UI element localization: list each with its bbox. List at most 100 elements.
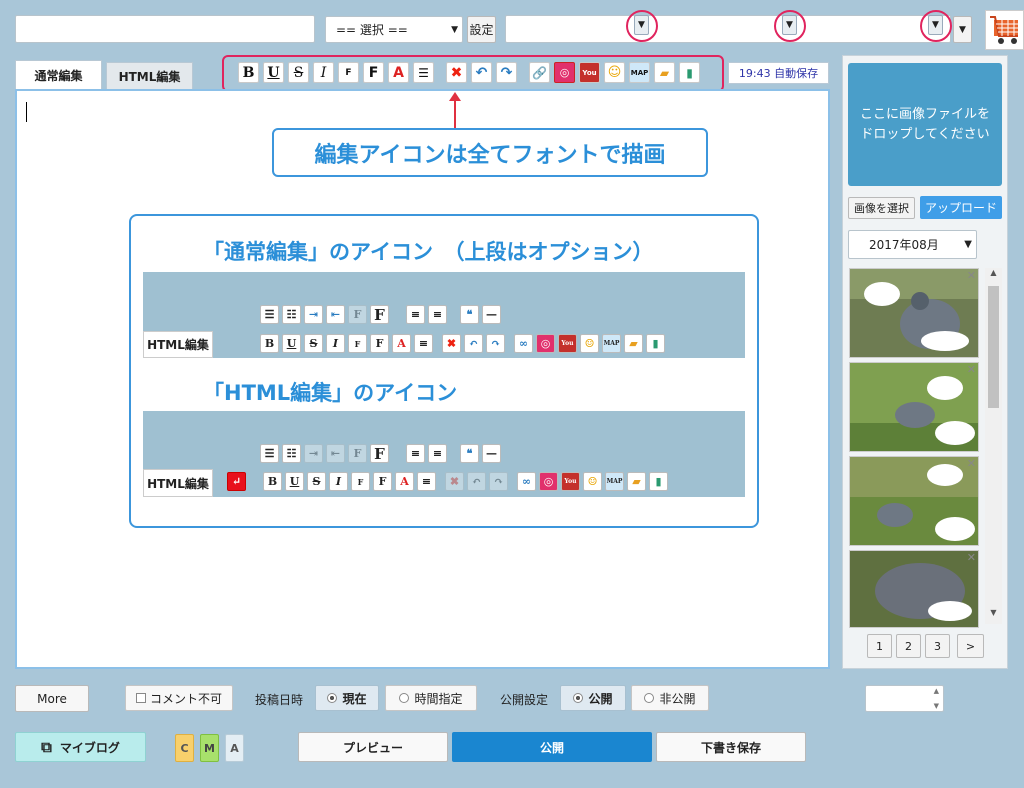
instagram-icon: ◎ (539, 472, 558, 491)
page-button-3[interactable]: 3 (925, 634, 950, 658)
folder-icon[interactable]: ▰ (654, 62, 675, 83)
strike-button[interactable]: S (288, 62, 309, 83)
bold-icon: B (263, 472, 282, 491)
more-button[interactable]: More (15, 685, 89, 712)
image-thumbnail[interactable]: ✕ (849, 362, 979, 452)
link-icon[interactable]: 🔗 (529, 62, 550, 83)
italic-button[interactable]: I (313, 62, 334, 83)
publish-button[interactable]: 公開 (452, 732, 652, 762)
align-center-icon: ≡ (414, 334, 433, 353)
redo-icon[interactable]: ↷ (496, 62, 517, 83)
page-button-2[interactable]: 2 (896, 634, 921, 658)
category-select[interactable]: == 選択 == ▼ (325, 16, 463, 43)
tab-html-edit[interactable]: HTML編集 (106, 62, 193, 90)
cma-label: M (204, 741, 215, 755)
title-input[interactable] (15, 15, 315, 43)
quote-icon: ❝ (460, 444, 479, 463)
stepper-down-icon[interactable]: ▼ (934, 702, 939, 710)
post-time-now-radio[interactable]: 現在 (315, 685, 379, 711)
underline-button[interactable]: U (263, 62, 284, 83)
clear-format-icon[interactable]: ✖ (446, 62, 467, 83)
youtube-icon[interactable]: You (579, 62, 600, 83)
font-small-button[interactable]: F (338, 62, 359, 83)
link-icon: ∞ (514, 334, 533, 353)
link-icon: ∞ (517, 472, 536, 491)
month-select-value: 2017年08月 (869, 238, 939, 252)
clear-format-icon: ✖ (442, 334, 461, 353)
scroll-down-icon[interactable]: ▼ (985, 608, 1002, 624)
chevron-down-icon: ▼ (959, 24, 966, 35)
indent-icon: ⇥ (304, 444, 323, 463)
emoji-icon: ☺ (580, 334, 599, 353)
bold-button[interactable]: B (238, 62, 259, 83)
publish-label: 公開 (539, 740, 564, 755)
callout-text: 編集アイコンは全てフォントで描画 (314, 142, 666, 168)
map-icon: MAP (602, 334, 621, 353)
book-icon[interactable]: ▮ (679, 62, 700, 83)
cma-c-button[interactable]: C (175, 734, 194, 762)
indent-icon: ⇥ (304, 305, 323, 324)
stepper-up-icon[interactable]: ▲ (934, 687, 939, 695)
save-draft-button[interactable]: 下書き保存 (656, 732, 806, 762)
tab-label: HTML編集 (118, 70, 181, 84)
my-blog-button[interactable]: ⧉ マイブログ (15, 732, 146, 762)
cma-m-button[interactable]: M (200, 734, 219, 762)
redo-icon: ↷ (486, 334, 505, 353)
numbered-list-icon: ☷ (282, 444, 301, 463)
align-right-icon: ≡ (428, 444, 447, 463)
undo-icon[interactable]: ↶ (471, 62, 492, 83)
no-comment-checkbox[interactable]: コメント不可 (125, 685, 233, 711)
thumbnail-scrollbar[interactable]: ▲ ▼ (985, 268, 1002, 624)
upload-button[interactable]: アップロード (920, 196, 1002, 219)
cma-a-button[interactable]: A (225, 734, 244, 762)
image-thumbnail[interactable]: ✕ (849, 268, 979, 358)
page-button-1[interactable]: 1 (867, 634, 892, 658)
chevron-down-icon: ▼ (964, 239, 972, 250)
option-selects[interactable] (505, 15, 951, 43)
post-time-specify-radio[interactable]: 時間指定 (385, 685, 477, 711)
font-color-icon[interactable]: A (388, 62, 409, 83)
instagram-icon[interactable]: ◎ (554, 62, 575, 83)
private-radio[interactable]: 非公開 (631, 685, 709, 711)
shopping-cart-icon[interactable] (985, 10, 1024, 50)
map-icon[interactable]: MAP (629, 62, 650, 83)
font-large-icon: F (370, 305, 389, 324)
scrollbar-thumb[interactable] (988, 286, 999, 408)
cma-label: C (180, 741, 189, 755)
heading-text: 「通常編集」のアイコン （上段はオプション） (203, 240, 654, 264)
bold-icon: B (260, 334, 279, 353)
image-thumbnail[interactable]: ✕ (849, 550, 979, 628)
youtube-icon: You (558, 334, 577, 353)
settings-button[interactable]: 設定 (467, 16, 496, 43)
number-stepper[interactable]: ▲ ▼ (865, 685, 944, 712)
scroll-up-icon[interactable]: ▲ (985, 268, 1002, 284)
remove-icon[interactable]: ✕ (967, 457, 976, 470)
image-drop-zone[interactable]: ここに画像ファイルを ドロップしてください (848, 63, 1002, 186)
radio-icon (399, 693, 410, 703)
remove-icon[interactable]: ✕ (967, 363, 976, 376)
text-cursor (26, 102, 27, 122)
font-big-button[interactable]: F (363, 62, 384, 83)
select-image-button[interactable]: 画像を選択 (848, 197, 915, 219)
main-icon-row: ↵ B U S I F F A ≡ ✖ ↶ ↷ ∞ ◎ You ☺ MAP ▰ … (227, 472, 671, 491)
option-icon-row: ☰ ☷ ⇥ ⇤ F F ≡ ≡ ❝ — (260, 305, 504, 324)
checkbox-icon (135, 693, 146, 703)
preview-label: プレビュー (342, 740, 403, 755)
html-edit-heading: 「HTML編集」のアイコン (203, 377, 457, 407)
remove-icon[interactable]: ✕ (967, 551, 976, 564)
emoji-icon[interactable]: ☺ (604, 62, 625, 83)
page-next-button[interactable]: > (957, 634, 984, 658)
arrow-line (454, 100, 456, 128)
month-select[interactable]: 2017年08月 ▼ (848, 230, 977, 259)
public-radio[interactable]: 公開 (560, 685, 626, 711)
image-thumbnail[interactable]: ✕ (849, 456, 979, 546)
external-link-icon: ⧉ (41, 738, 52, 756)
more-options-dropdown[interactable]: ▼ (953, 16, 972, 43)
align-center-icon[interactable]: ☰ (413, 62, 434, 83)
cma-label: A (230, 741, 239, 755)
tab-normal-edit[interactable]: 通常編集 (15, 60, 102, 90)
outdent-icon: ⇤ (326, 305, 345, 324)
map-icon: MAP (605, 472, 624, 491)
preview-button[interactable]: プレビュー (298, 732, 448, 762)
remove-icon[interactable]: ✕ (967, 269, 976, 282)
